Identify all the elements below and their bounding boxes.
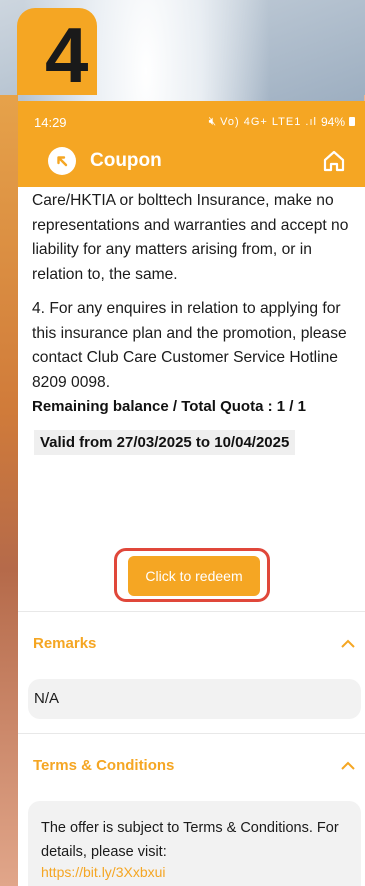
terms-heading[interactable]: Terms & Conditions	[33, 757, 174, 774]
chevron-up-icon[interactable]	[341, 761, 355, 771]
remarks-box: N/A	[28, 679, 361, 719]
app-bar: Coupon	[18, 137, 365, 187]
remaining-balance: Remaining balance / Total Quota : 1 / 1	[32, 398, 306, 415]
divider	[18, 611, 365, 612]
phone-screen: 14:29 🔇︎ Vo) 4G+ LTE1 .ıl 94% Coupon Car…	[18, 101, 365, 886]
remarks-value: N/A	[34, 690, 60, 707]
terms-link[interactable]: https://bit.ly/3Xxbxui	[41, 864, 166, 880]
validity-period: Valid from 27/03/2025 to 10/04/2025	[34, 430, 296, 455]
status-indicators: 🔇︎ Vo) 4G+ LTE1 .ıl 94%	[209, 114, 355, 129]
terms-box: The offer is subject to Terms & Conditio…	[28, 801, 361, 886]
terms-body: Care/HKTIA or bolttech Insurance, make n…	[32, 189, 358, 405]
step-number: 4	[45, 11, 89, 99]
step-badge: 4	[17, 8, 97, 99]
page-title: Coupon	[90, 150, 162, 171]
divider	[18, 733, 365, 734]
back-arrow-icon	[57, 156, 68, 167]
battery-icon	[349, 117, 355, 126]
redeem-button[interactable]: Click to redeem	[128, 556, 260, 596]
home-icon[interactable]	[321, 148, 347, 174]
body-paragraph: 4. For any enquires in relation to apply…	[32, 300, 347, 391]
remarks-heading[interactable]: Remarks	[33, 635, 96, 652]
body-paragraph: Care/HKTIA or bolttech Insurance, make n…	[32, 192, 349, 283]
chevron-up-icon[interactable]	[341, 639, 355, 649]
battery-text: 94%	[320, 114, 345, 129]
terms-text: The offer is subject to Terms & Conditio…	[41, 820, 339, 860]
signal-text: Vo) 4G+ LTE1 .ıl	[220, 115, 317, 128]
status-bar: 14:29 🔇︎ Vo) 4G+ LTE1 .ıl 94%	[18, 101, 365, 137]
status-time: 14:29	[34, 115, 67, 130]
coupon-content: Care/HKTIA or bolttech Insurance, make n…	[18, 187, 365, 886]
background-strip	[0, 95, 18, 886]
back-button[interactable]	[48, 147, 76, 175]
mute-icon: 🔇︎	[208, 114, 217, 128]
